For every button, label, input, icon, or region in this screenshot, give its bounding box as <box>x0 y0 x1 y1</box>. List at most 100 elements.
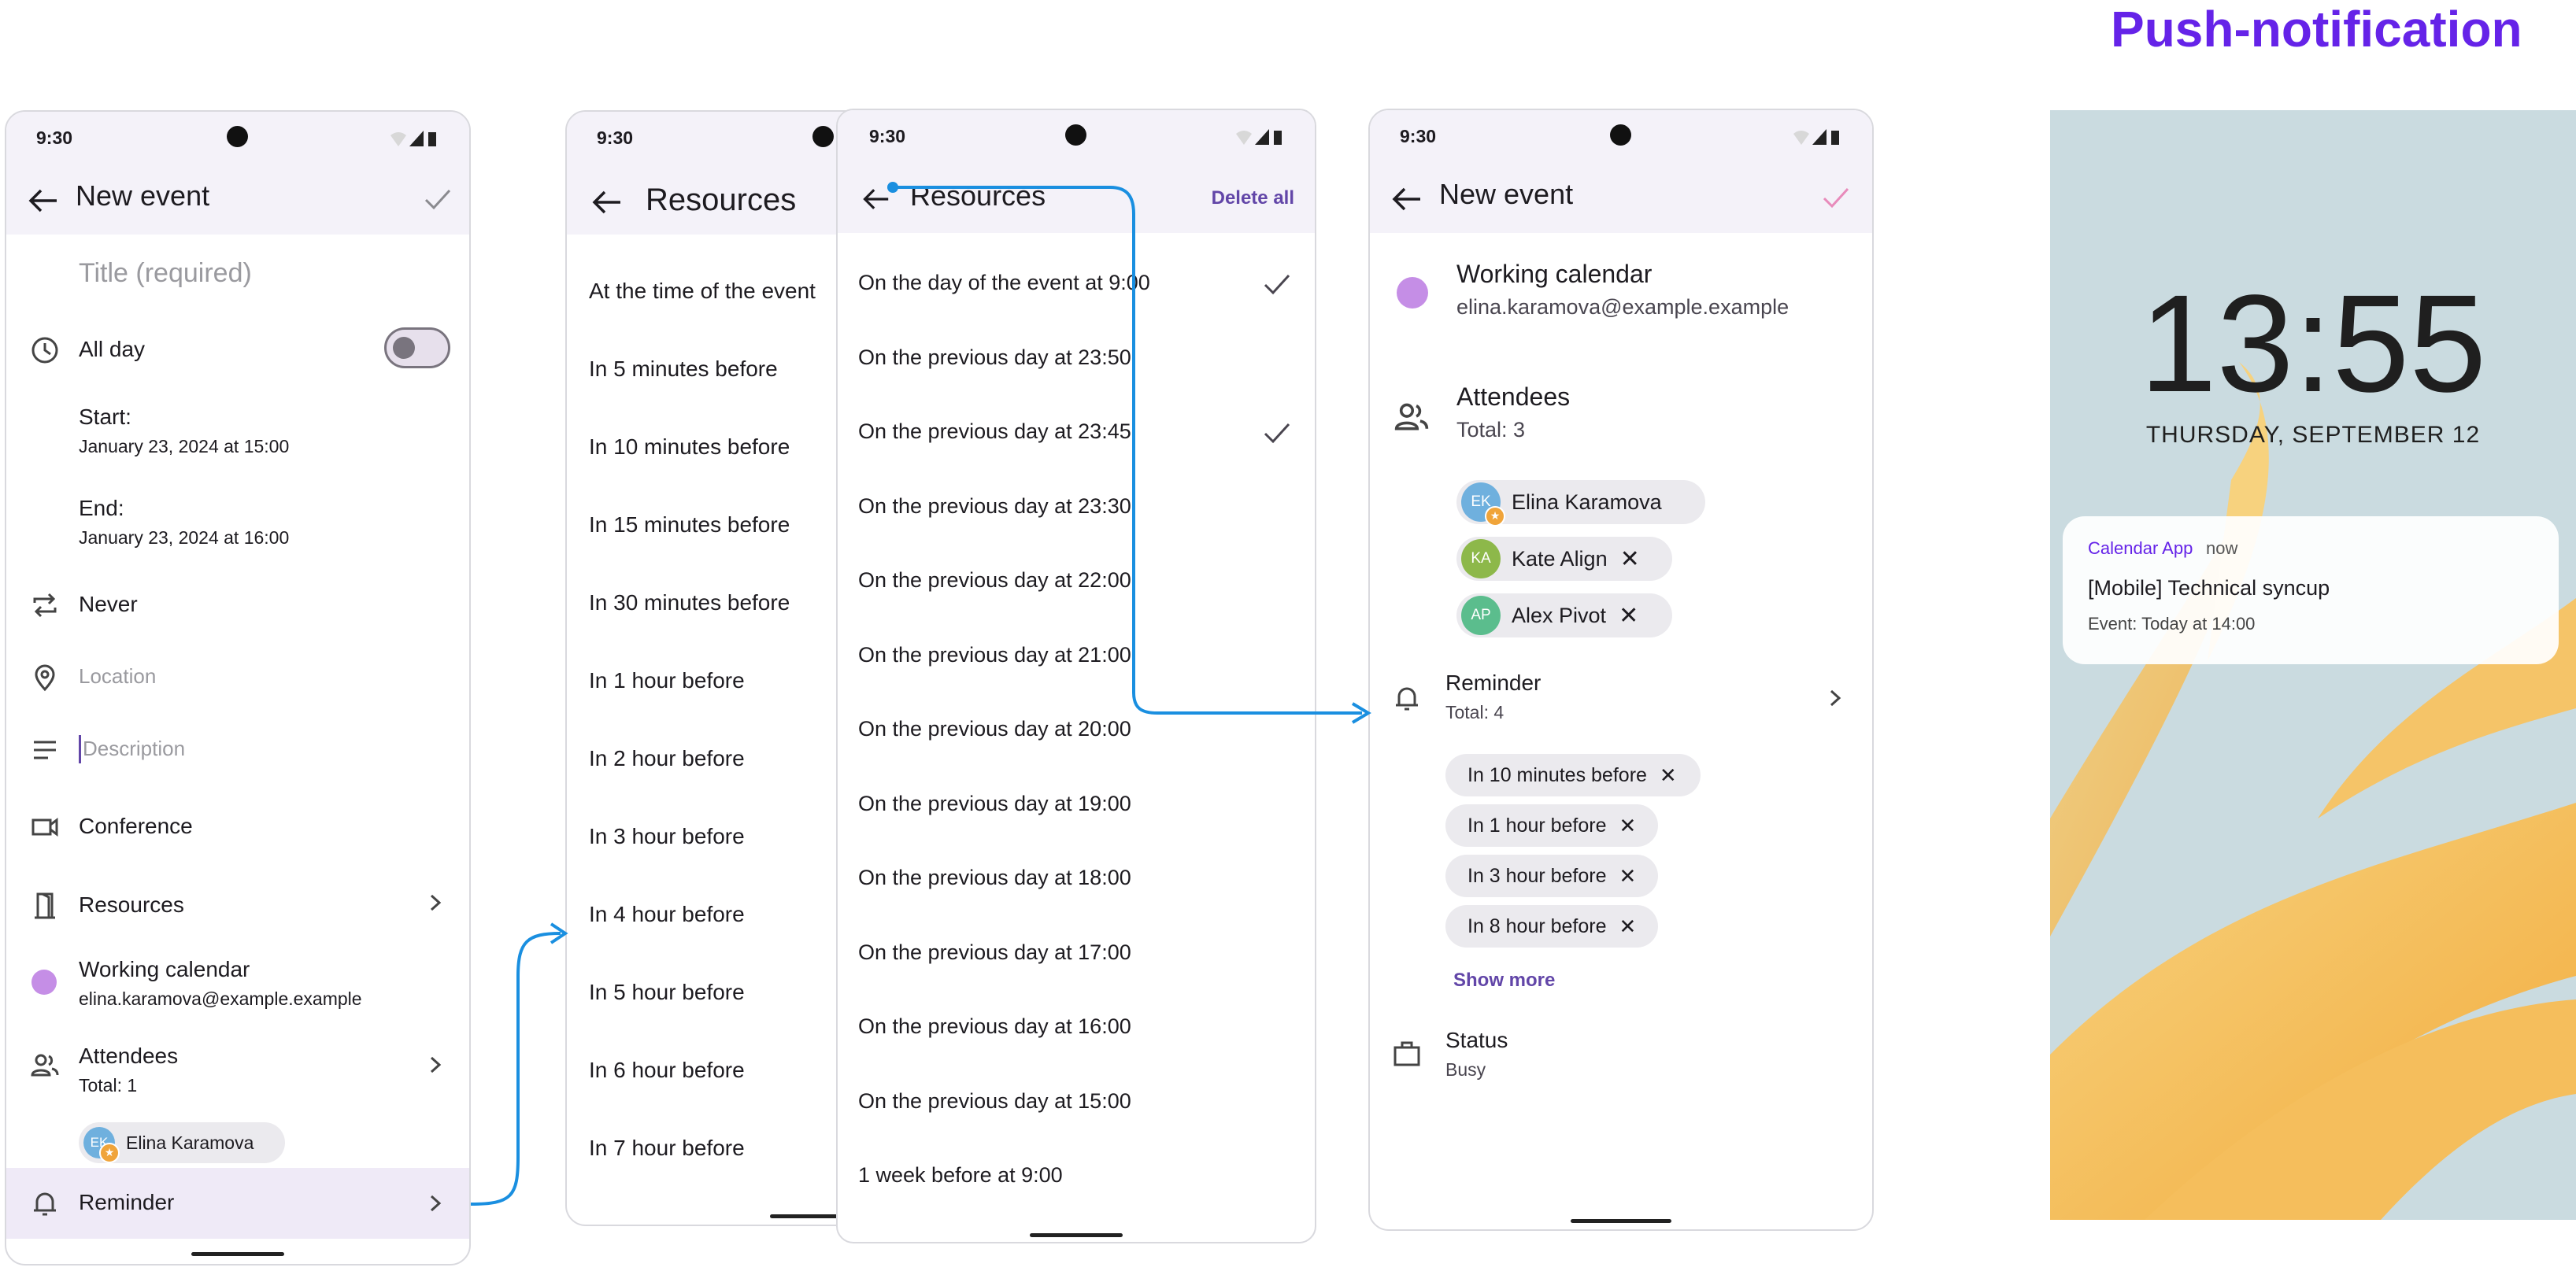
list-item[interactable]: On the previous day at 23:50 <box>858 345 1131 370</box>
selected-check-icon <box>1264 423 1290 444</box>
avatar: EK ★ <box>1461 482 1505 527</box>
back-arrow-icon[interactable] <box>590 189 622 216</box>
end-value: January 23, 2024 at 16:00 <box>79 527 290 548</box>
back-arrow-icon[interactable] <box>27 187 58 214</box>
list-item[interactable]: In 7 hour before <box>589 1136 745 1161</box>
confirm-check-icon[interactable] <box>1822 186 1850 209</box>
back-arrow-icon[interactable] <box>861 186 890 212</box>
list-item[interactable]: In 2 hour before <box>589 746 745 771</box>
attendees-section[interactable]: Attendees Total: 1 <box>79 1044 178 1096</box>
status-value: Busy <box>1445 1059 1486 1080</box>
list-item[interactable]: On the previous day at 23:30 <box>858 494 1131 519</box>
list-item[interactable]: On the previous day at 21:00 <box>858 643 1131 667</box>
list-item[interactable]: On the previous day at 17:00 <box>858 940 1131 965</box>
reminder-total: Total: 4 <box>1445 702 1505 722</box>
repeat-option[interactable]: Never <box>79 592 138 617</box>
start-field[interactable]: Start: January 23, 2024 at 15:00 <box>79 405 289 457</box>
list-item[interactable]: On the day of the event at 9:00 <box>858 271 1150 295</box>
status-bar: 9:30 <box>1370 110 1872 162</box>
remove-reminder-icon[interactable]: ✕ <box>1619 864 1637 889</box>
back-arrow-icon[interactable] <box>1390 186 1422 212</box>
reminder-chip[interactable]: In 10 minutes before ✕ <box>1445 754 1701 796</box>
list-item[interactable]: On the previous day at 23:45 <box>858 419 1131 444</box>
lock-clock: 13:55 <box>2139 267 2487 421</box>
flow-arrow-reminder-to-options <box>470 922 568 1206</box>
home-indicator[interactable] <box>1571 1219 1671 1223</box>
page-title: Resources <box>646 183 797 217</box>
list-item[interactable]: In 5 hour before <box>589 980 745 1005</box>
attendee-chip[interactable]: EK ★ Elina Karamova <box>79 1122 285 1163</box>
remove-reminder-icon[interactable]: ✕ <box>1619 814 1637 838</box>
notification-body: Event: Today at 14:00 <box>2088 614 2256 634</box>
remove-attendee-icon[interactable]: ✕ <box>1620 545 1640 573</box>
list-item[interactable]: On the previous day at 20:00 <box>858 717 1131 741</box>
confirm-check-icon[interactable] <box>424 187 452 211</box>
chevron-right-icon[interactable] <box>1827 686 1844 710</box>
resources-option[interactable]: Resources <box>79 892 184 918</box>
all-day-toggle[interactable] <box>384 327 450 368</box>
people-icon <box>31 1054 59 1077</box>
chevron-right-icon[interactable] <box>427 1053 444 1077</box>
location-input[interactable]: Location <box>79 664 156 689</box>
avatar: EK ★ <box>83 1127 120 1163</box>
all-day-label: All day <box>79 337 146 361</box>
status-field[interactable]: Status Busy <box>1445 1028 1508 1081</box>
list-item[interactable]: In 15 minutes before <box>589 512 790 538</box>
list-item[interactable]: In 3 hour before <box>589 824 745 849</box>
selected-check-icon <box>1264 274 1290 295</box>
attendees-total: Total: 3 <box>1456 418 1526 442</box>
calendar-selector[interactable]: Working calendar elina.karamova@example.… <box>79 957 362 1010</box>
list-item[interactable]: On the previous day at 15:00 <box>858 1089 1131 1114</box>
push-notification-card[interactable]: Calendar App now [Mobile] Technical sync… <box>2063 516 2559 664</box>
list-item[interactable]: On the previous day at 18:00 <box>858 866 1131 890</box>
attendee-chip-name: Elina Karamova <box>126 1132 254 1153</box>
remove-reminder-icon[interactable]: ✕ <box>1619 914 1637 939</box>
repeat-icon <box>33 593 57 618</box>
list-item[interactable]: In 4 hour before <box>589 902 745 927</box>
list-item[interactable]: In 1 hour before <box>589 668 745 693</box>
list-item[interactable]: In 10 minutes before <box>589 434 790 460</box>
list-item[interactable]: In 6 hour before <box>589 1058 745 1083</box>
calendar-email: elina.karamova@example.example <box>79 988 362 1009</box>
list-item[interactable]: In 30 minutes before <box>589 590 790 615</box>
camera-cutout <box>227 126 248 147</box>
description-input[interactable]: Description <box>83 737 185 761</box>
list-item[interactable]: On the previous day at 22:00 <box>858 568 1131 593</box>
reminder-chip[interactable]: In 8 hour before ✕ <box>1445 905 1658 948</box>
remove-attendee-icon[interactable]: ✕ <box>1619 602 1638 630</box>
end-field[interactable]: End: January 23, 2024 at 16:00 <box>79 496 289 549</box>
calendar-color-dot <box>1397 277 1428 309</box>
show-more-link[interactable]: Show more <box>1453 970 1555 992</box>
list-item[interactable]: At the time of the event <box>589 279 816 304</box>
home-indicator[interactable] <box>191 1252 284 1256</box>
chevron-right-icon[interactable] <box>427 891 444 914</box>
attendee-chip[interactable]: AP Alex Pivot ✕ <box>1456 593 1672 637</box>
lock-date: THURSDAY, SEPTEMBER 12 <box>2145 422 2481 448</box>
reminder-chip[interactable]: In 3 hour before ✕ <box>1445 855 1658 897</box>
delete-all-button[interactable]: Delete all <box>1212 187 1294 209</box>
reminder-chip-label: In 1 hour before <box>1468 814 1607 837</box>
attendee-name: Kate Align <box>1512 546 1608 571</box>
title-input[interactable]: Title (required) <box>79 258 252 289</box>
list-item[interactable]: In 5 minutes before <box>589 357 778 382</box>
reminder-chip[interactable]: In 1 hour before ✕ <box>1445 804 1658 847</box>
attendee-chip[interactable]: EK ★ Elina Karamova <box>1456 480 1705 527</box>
conference-option[interactable]: Conference <box>79 814 193 839</box>
reminder-section[interactable]: Reminder Total: 4 <box>1445 671 1541 723</box>
reminder-row[interactable]: Reminder <box>6 1168 469 1239</box>
app-bar: New event <box>6 164 469 235</box>
page-title: New event <box>1439 178 1574 210</box>
notification-app-name: Calendar App <box>2088 538 2193 558</box>
list-item[interactable]: On the previous day at 16:00 <box>858 1014 1131 1039</box>
status-time: 9:30 <box>597 127 634 148</box>
calendar-selector[interactable]: Working calendar elina.karamova@example.… <box>1456 260 1789 320</box>
list-item[interactable]: 1 week before at 9:00 <box>858 1163 1063 1188</box>
home-indicator[interactable] <box>1030 1233 1123 1237</box>
chevron-right-icon <box>430 1195 442 1212</box>
list-item[interactable]: On the previous day at 19:00 <box>858 792 1131 816</box>
organizer-star-icon: ★ <box>1485 506 1505 527</box>
attendees-section[interactable]: Attendees Total: 3 <box>1456 382 1570 442</box>
attendee-chip[interactable]: KA Kate Align ✕ <box>1456 537 1672 581</box>
remove-reminder-icon[interactable]: ✕ <box>1660 763 1677 788</box>
attendees-label: Attendees <box>1456 382 1571 411</box>
